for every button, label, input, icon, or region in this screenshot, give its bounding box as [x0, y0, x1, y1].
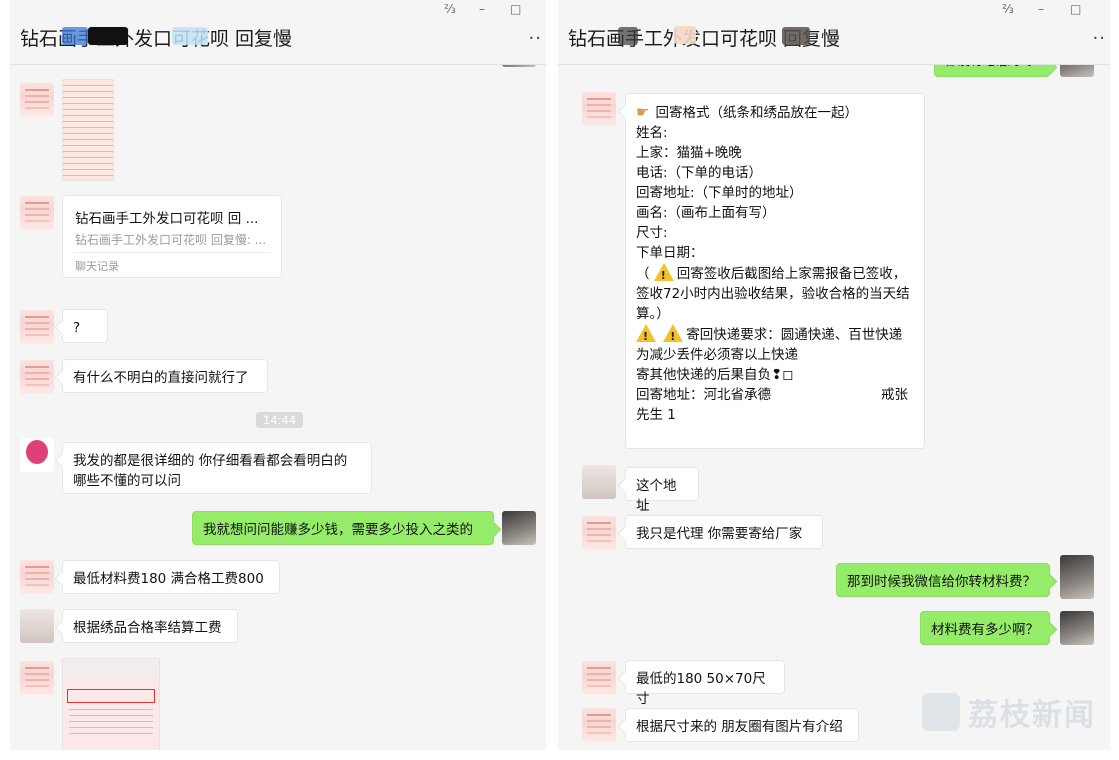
- express-line: 寄其他快递的后果自负❢◻: [636, 367, 794, 383]
- message-bubble[interactable]: 这个地址: [625, 467, 699, 514]
- warning-icon: [636, 324, 656, 347]
- notice-line: 算。）: [636, 306, 670, 322]
- message-line: 我发的都是很详细的 你仔细看看都会看明白的: [73, 453, 348, 469]
- address-line: 回寄地址：河北省承德 戒张: [636, 387, 908, 403]
- minimize-button[interactable]: –: [1038, 2, 1044, 16]
- minimize-button[interactable]: –: [479, 2, 485, 16]
- redaction-mark: [674, 26, 696, 44]
- format-line: 姓名:: [636, 125, 668, 141]
- avatar: [20, 310, 54, 344]
- message-bubble[interactable]: 有什么不明白的直接问就行了: [62, 359, 268, 393]
- pin-button[interactable]: ⅔: [1002, 2, 1014, 16]
- format-line: 电话:（下单的电话）: [636, 165, 763, 181]
- format-line: 上家：猫猫+晚晚: [636, 145, 742, 161]
- avatar: [20, 560, 54, 594]
- express-line: 为减少丢件必须寄以上快递: [636, 347, 798, 363]
- message-bubble-format[interactable]: ☛ 回寄格式（纸条和绣品放在一起） 姓名: 上家：猫猫+晚晚 电话:（下单的电话）…: [625, 93, 925, 449]
- avatar: [582, 92, 616, 126]
- my-message-bubble[interactable]: 我就想问问能赚多少钱，需要多少投入之类的: [192, 511, 494, 545]
- avatar: [20, 83, 54, 117]
- avatar: [582, 465, 616, 499]
- more-options-icon[interactable]: ··: [529, 28, 542, 49]
- express-line: 寄回快递要求：圆通快递、百世快递: [636, 324, 914, 347]
- pin-button[interactable]: ⅔: [444, 2, 456, 16]
- image-text-lines: [69, 709, 153, 739]
- left-title-bar: 钻石画手工外发口可花呗 回复慢 ⅔ – □ ··: [10, 0, 546, 65]
- pointing-hand-icon: ☛: [636, 103, 650, 121]
- my-avatar: [1060, 65, 1094, 77]
- watermark-text: 荔枝新闻: [968, 698, 1096, 733]
- chat-history-card[interactable]: 钻石画手工外发口可花呗 回 ... 钻石画手工外发口可花呗 回复慢: ... 聊…: [62, 195, 282, 278]
- redaction-mark: [172, 27, 208, 45]
- my-message-bubble[interactable]: 材料费有多少啊？: [920, 611, 1050, 645]
- message-bubble[interactable]: 根据绣品合格率结算工费: [62, 609, 238, 643]
- my-message-bubble[interactable]: 都没有电话的吗: [934, 65, 1050, 77]
- message-bubble[interactable]: 最低的180 50×70尺寸: [625, 660, 785, 707]
- card-footer: 聊天记录: [75, 260, 119, 273]
- right-chat-window: 钻石画手工外发口可花呗 回复慢 ⅔ – □ ·· 都没有电话的吗 ☛回寄格式（纸…: [558, 0, 1110, 750]
- left-chat-window: 钻石画手工外发口可花呗 回复慢 ⅔ – □ ·· 钻石画手工外发口可花呗 回 .…: [10, 0, 546, 750]
- avatar: [20, 609, 54, 643]
- message-bubble[interactable]: 我只是代理 你需要寄给厂家: [625, 515, 823, 549]
- format-line: 画名:（画布上面有写）: [636, 205, 776, 221]
- avatar: [502, 65, 536, 67]
- right-title-bar: 钻石画手工外发口可花呗 回复慢 ⅔ – □ ··: [558, 0, 1110, 65]
- left-message-list[interactable]: 钻石画手工外发口可花呗 回 ... 钻石画手工外发口可花呗 回复慢: ... 聊…: [10, 65, 546, 750]
- message-bubble[interactable]: 我发的都是很详细的 你仔细看看都会看明白的 哪些不懂的可以问: [62, 442, 372, 494]
- left-chat-title: 钻石画手工外发口可花呗 回复慢: [20, 28, 293, 50]
- watermark-logo-icon: [922, 693, 960, 731]
- image-highlight: [67, 689, 155, 703]
- card-divider: [73, 252, 271, 253]
- redaction-mark: [88, 27, 128, 45]
- avatar: [20, 360, 54, 394]
- format-line: 回寄地址:（下单时的地址）: [636, 185, 803, 201]
- avatar: [582, 708, 616, 742]
- message-bubble[interactable]: 根据尺寸来的 朋友圈有图片有介绍: [625, 708, 859, 742]
- redaction-mark: [782, 27, 810, 45]
- maximize-button[interactable]: □: [1070, 2, 1081, 16]
- my-avatar: [1060, 611, 1094, 645]
- message-bubble[interactable]: 最低材料费180 满合格工费800: [62, 560, 280, 594]
- notice-line: 签收72小时内出验收结果，验收合格的当天结: [636, 286, 910, 302]
- image-message[interactable]: [62, 79, 114, 181]
- watermark: 荔枝新闻: [922, 690, 1096, 734]
- maximize-button[interactable]: □: [510, 2, 521, 16]
- redaction-mark: [618, 27, 638, 45]
- format-heading: ☛ 回寄格式（纸条和绣品放在一起）: [636, 103, 858, 121]
- format-line: 下单日期：: [636, 245, 704, 261]
- avatar: [582, 661, 616, 695]
- card-summary: 钻石画手工外发口可花呗 回复慢: ...: [75, 233, 267, 247]
- avatar: [582, 516, 616, 550]
- my-avatar: [1060, 555, 1094, 599]
- message-bubble[interactable]: ?: [62, 309, 108, 343]
- message-line: 哪些不懂的可以问: [73, 473, 181, 489]
- my-message-bubble[interactable]: 那到时候我微信给你转材料费？: [836, 563, 1050, 597]
- more-options-icon[interactable]: ··: [1093, 28, 1106, 49]
- right-message-list[interactable]: 都没有电话的吗 ☛回寄格式（纸条和绣品放在一起） 姓名: 上家：猫猫+晚晚 电话…: [558, 65, 1110, 750]
- card-title: 钻石画手工外发口可花呗 回 ...: [75, 211, 259, 227]
- redaction-mark: [62, 27, 88, 45]
- warning-icon: [653, 263, 674, 286]
- avatar: [20, 438, 54, 472]
- redaction-mark: [756, 418, 916, 444]
- warning-icon: [663, 324, 684, 347]
- format-line: 尺寸:: [636, 225, 668, 241]
- image-message[interactable]: [62, 658, 160, 750]
- timestamp: 14:44: [256, 412, 304, 428]
- notice-line: （ 回寄签收后截图给上家需报备已签收，: [636, 263, 914, 286]
- my-avatar: [502, 511, 536, 545]
- redaction-mark: [674, 428, 734, 438]
- avatar: [20, 196, 54, 230]
- avatar: [20, 661, 54, 695]
